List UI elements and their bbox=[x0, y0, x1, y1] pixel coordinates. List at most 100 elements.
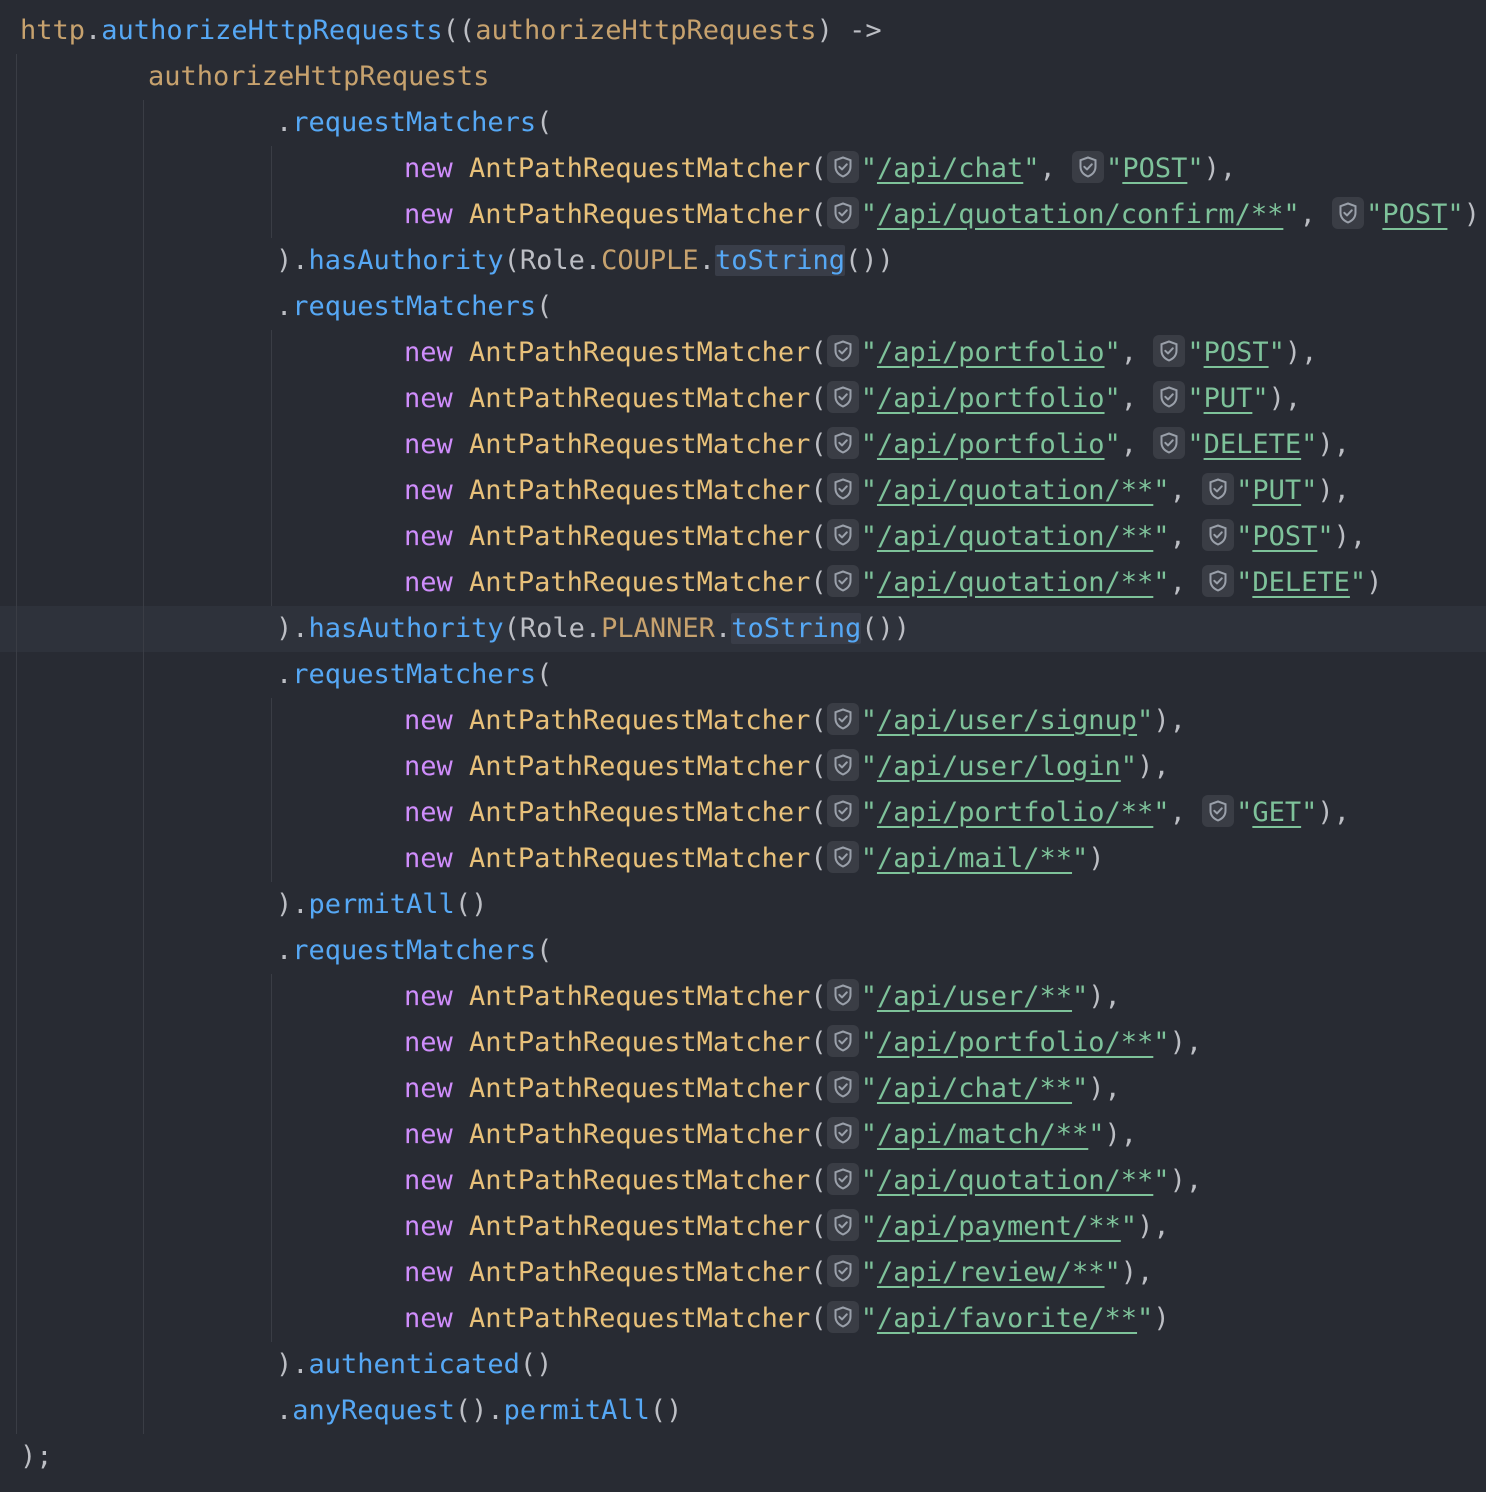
code-line-matcher[interactable]: new AntPathRequestMatcher("/api/portfoli… bbox=[20, 330, 1317, 376]
code-token: " bbox=[1301, 797, 1318, 828]
code-token: ) bbox=[1366, 567, 1383, 598]
code-line-matcher[interactable]: new AntPathRequestMatcher("/api/portfoli… bbox=[20, 422, 1350, 468]
code-line-authenticated[interactable]: ).authenticated() bbox=[20, 1342, 552, 1388]
code-token: AntPathRequestMatcher bbox=[469, 1073, 811, 1104]
shield-check-icon[interactable] bbox=[826, 335, 859, 367]
code-line-matcher[interactable]: new AntPathRequestMatcher("/api/match/**… bbox=[20, 1112, 1137, 1158]
code-line-permit-all[interactable]: ).permitAll() bbox=[20, 882, 487, 928]
path-string: /api/chat bbox=[876, 153, 1024, 184]
code-token: permitAll bbox=[308, 889, 455, 920]
code-line-matcher[interactable]: new AntPathRequestMatcher("/api/quotatio… bbox=[20, 468, 1350, 514]
shield-check-icon[interactable] bbox=[826, 565, 859, 597]
shield-check-icon[interactable] bbox=[826, 795, 859, 827]
code-line-request-matchers[interactable]: .requestMatchers( bbox=[20, 284, 552, 330]
code-token: " bbox=[1120, 1211, 1138, 1242]
code-line-any-request[interactable]: .anyRequest().permitAll() bbox=[20, 1388, 682, 1434]
code-line-matcher[interactable]: new AntPathRequestMatcher("/api/user/**"… bbox=[20, 974, 1121, 1020]
code-line-matcher[interactable]: new AntPathRequestMatcher("/api/chat", "… bbox=[20, 146, 1236, 192]
shield-check-icon[interactable] bbox=[1153, 381, 1186, 413]
shield-check-icon[interactable] bbox=[1202, 565, 1235, 597]
http-method-string: DELETE bbox=[1252, 567, 1350, 598]
shield-check-icon[interactable] bbox=[826, 1163, 859, 1195]
code-line-matcher[interactable]: new AntPathRequestMatcher("/api/portfoli… bbox=[20, 1020, 1202, 1066]
shield-check-icon[interactable] bbox=[826, 1025, 859, 1057]
code-line-lambda-var[interactable]: authorizeHttpRequests bbox=[20, 54, 489, 100]
code-line-matcher[interactable]: new AntPathRequestMatcher("/api/quotatio… bbox=[20, 514, 1366, 560]
shield-check-icon[interactable] bbox=[826, 841, 859, 873]
path-string: /api/quotation/** bbox=[876, 475, 1154, 506]
shield-check-icon[interactable] bbox=[826, 519, 859, 551]
code-token: .requestMatchers( bbox=[276, 935, 553, 966]
code-line-matcher[interactable]: new AntPathRequestMatcher("/api/review/*… bbox=[20, 1250, 1153, 1296]
code-line-matcher[interactable]: new AntPathRequestMatcher("/api/mail/**"… bbox=[20, 836, 1105, 882]
shield-check-icon[interactable] bbox=[826, 749, 859, 781]
shield-check-icon[interactable] bbox=[1072, 151, 1105, 183]
path-string: /api/mail/** bbox=[876, 843, 1073, 874]
code-line-matcher[interactable]: new AntPathRequestMatcher("/api/payment/… bbox=[20, 1204, 1170, 1250]
code-line-matcher[interactable]: new AntPathRequestMatcher("/api/portfoli… bbox=[20, 790, 1350, 836]
code-token: ( bbox=[810, 1165, 827, 1196]
code-token: ), bbox=[1137, 1211, 1170, 1242]
code-token: .requestMatchers( bbox=[276, 107, 553, 138]
shield-check-icon[interactable] bbox=[826, 1117, 859, 1149]
code-line-has-authority[interactable]: ).hasAuthority(Role.COUPLE.toString()) bbox=[20, 238, 894, 284]
shield-check-icon[interactable] bbox=[826, 381, 859, 413]
code-line-matcher[interactable]: new AntPathRequestMatcher("/api/quotatio… bbox=[20, 192, 1480, 238]
code-token: ) bbox=[1153, 1303, 1170, 1334]
shield-check-icon[interactable] bbox=[826, 151, 859, 183]
shield-check-icon[interactable] bbox=[826, 427, 859, 459]
code-line-matcher[interactable]: new AntPathRequestMatcher("/api/chat/**"… bbox=[20, 1066, 1121, 1112]
code-token: new bbox=[404, 1119, 453, 1150]
path-string: /api/review/** bbox=[876, 1257, 1105, 1288]
code-token: ( bbox=[810, 981, 827, 1012]
shield-check-icon[interactable] bbox=[826, 473, 859, 505]
path-string: /api/quotation/** bbox=[876, 1165, 1154, 1196]
shield-check-icon[interactable] bbox=[826, 1209, 859, 1241]
code-token: AntPathRequestMatcher bbox=[469, 1027, 811, 1058]
shield-check-icon[interactable] bbox=[826, 703, 859, 735]
code-line-matcher[interactable]: new AntPathRequestMatcher("/api/favorite… bbox=[20, 1296, 1170, 1342]
shield-check-icon[interactable] bbox=[1332, 197, 1365, 229]
code-token: authorizeHttpRequests bbox=[148, 61, 490, 92]
code-line-matcher[interactable]: new AntPathRequestMatcher("/api/portfoli… bbox=[20, 376, 1301, 422]
code-line-request-matchers[interactable]: .requestMatchers( bbox=[20, 652, 552, 698]
code-token: new bbox=[404, 981, 453, 1012]
shield-check-icon[interactable] bbox=[826, 1255, 859, 1287]
shield-check-icon[interactable] bbox=[1153, 427, 1186, 459]
code-line-has-authority[interactable]: ).hasAuthority(Role.PLANNER.toString()) bbox=[20, 606, 910, 652]
code-line-authorize[interactable]: http.authorizeHttpRequests((authorizeHtt… bbox=[20, 8, 882, 54]
shield-check-icon[interactable] bbox=[826, 979, 859, 1011]
code-line-request-matchers[interactable]: .requestMatchers( bbox=[20, 100, 552, 146]
code-line-matcher[interactable]: new AntPathRequestMatcher("/api/quotatio… bbox=[20, 1158, 1202, 1204]
code-token: , bbox=[1120, 429, 1154, 460]
path-string: /api/user/** bbox=[876, 981, 1073, 1012]
code-editor[interactable]: http.authorizeHttpRequests((authorizeHtt… bbox=[0, 0, 1486, 1492]
shield-check-icon[interactable] bbox=[1202, 473, 1235, 505]
shield-check-icon[interactable] bbox=[826, 197, 859, 229]
code-token: AntPathRequestMatcher bbox=[469, 751, 811, 782]
shield-check-icon[interactable] bbox=[1202, 795, 1235, 827]
code-token: new bbox=[404, 797, 453, 828]
code-token: ) bbox=[1088, 843, 1105, 874]
code-line-matcher[interactable]: new AntPathRequestMatcher("/api/user/sig… bbox=[20, 698, 1186, 744]
code-token: ), bbox=[1088, 1073, 1121, 1104]
code-token: ()) bbox=[845, 245, 894, 276]
code-line-matcher[interactable]: new AntPathRequestMatcher("/api/quotatio… bbox=[20, 560, 1382, 606]
code-line-matcher[interactable]: new AntPathRequestMatcher("/api/user/log… bbox=[20, 744, 1170, 790]
shield-check-icon[interactable] bbox=[826, 1301, 859, 1333]
code-token: " bbox=[1236, 475, 1253, 506]
code-line-request-matchers[interactable]: .requestMatchers( bbox=[20, 928, 552, 974]
code-token: new bbox=[404, 1027, 453, 1058]
shield-check-icon[interactable] bbox=[1153, 335, 1186, 367]
code-token: " bbox=[1072, 1073, 1089, 1104]
code-line-end[interactable]: ); bbox=[20, 1434, 53, 1480]
http-method-string: PUT bbox=[1252, 475, 1302, 506]
shield-check-icon[interactable] bbox=[826, 1071, 859, 1103]
shield-check-icon[interactable] bbox=[1202, 519, 1235, 551]
code-token: ). bbox=[276, 889, 309, 920]
code-token: " bbox=[1349, 567, 1367, 598]
